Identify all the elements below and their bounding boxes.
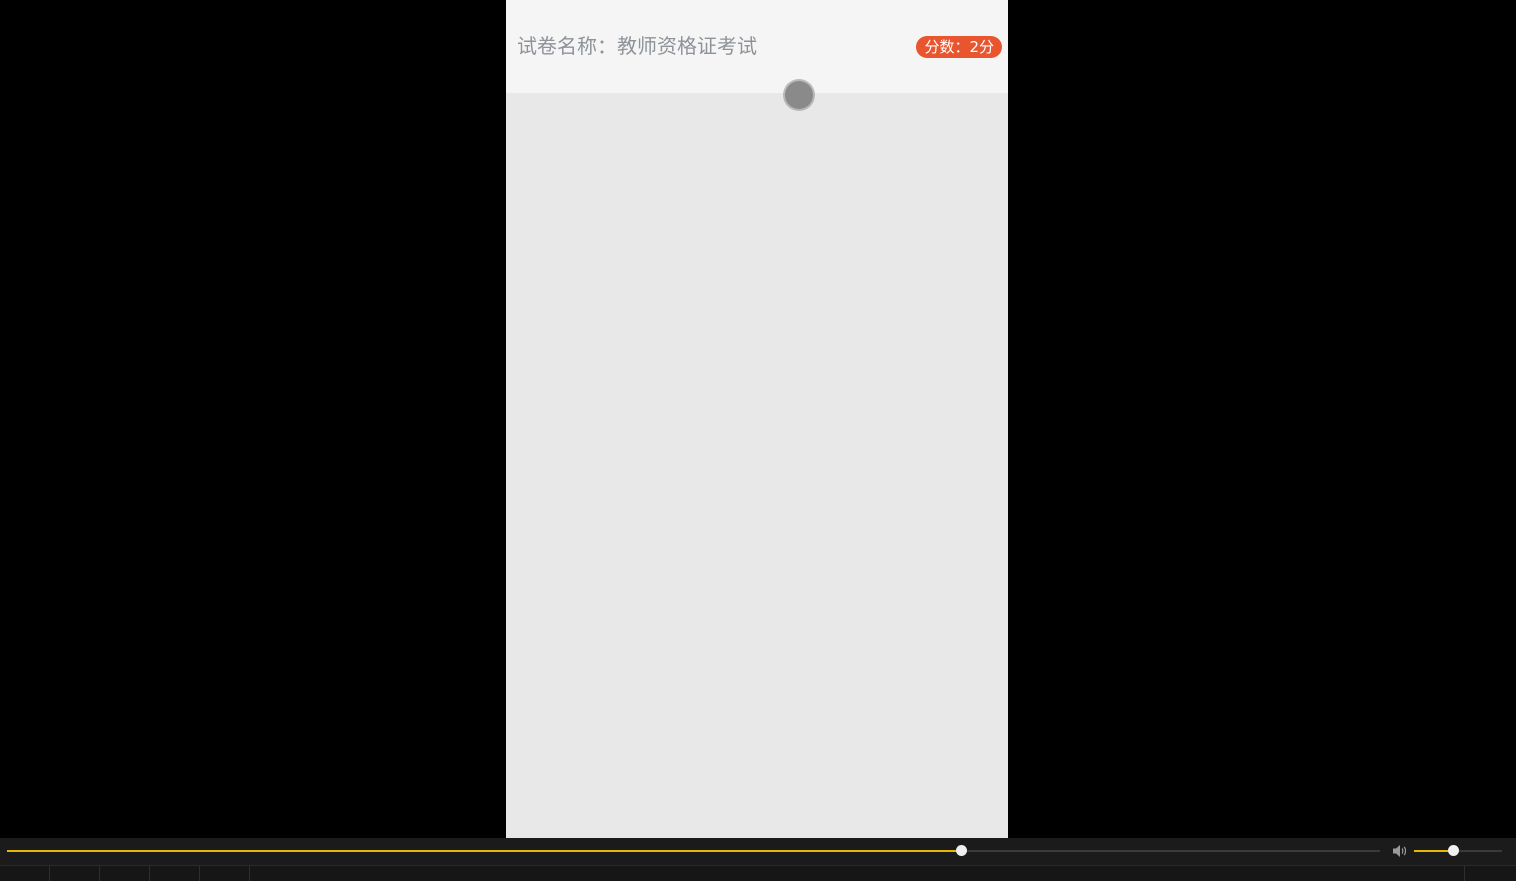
- control-button-5[interactable]: [200, 866, 250, 881]
- control-button-bar: [0, 865, 1516, 881]
- volume-slider[interactable]: [1414, 845, 1502, 856]
- control-bar-spacer: [250, 866, 1464, 881]
- control-button-3[interactable]: [100, 866, 150, 881]
- control-button-1[interactable]: [0, 866, 50, 881]
- volume-handle[interactable]: [1447, 845, 1459, 856]
- phone-screen: 试卷名称：教师资格证考试 分数：2分: [506, 0, 1008, 838]
- exam-title: 试卷名称：教师资格证考试: [517, 34, 757, 58]
- exam-header: 试卷名称：教师资格证考试 分数：2分: [506, 0, 1008, 93]
- seek-handle[interactable]: [956, 845, 968, 856]
- seek-bar[interactable]: [7, 845, 1380, 856]
- control-button-right[interactable]: [1464, 866, 1516, 881]
- touch-indicator: [785, 81, 813, 109]
- player-controls: [0, 838, 1516, 881]
- volume-fill: [1414, 850, 1453, 852]
- control-button-4[interactable]: [150, 866, 200, 881]
- seek-progress-fill: [7, 850, 962, 852]
- video-stage: 试卷名称：教师资格证考试 分数：2分: [0, 0, 1516, 838]
- control-button-2[interactable]: [50, 866, 100, 881]
- score-badge: 分数：2分: [916, 36, 1002, 58]
- speaker-icon[interactable]: [1392, 844, 1408, 858]
